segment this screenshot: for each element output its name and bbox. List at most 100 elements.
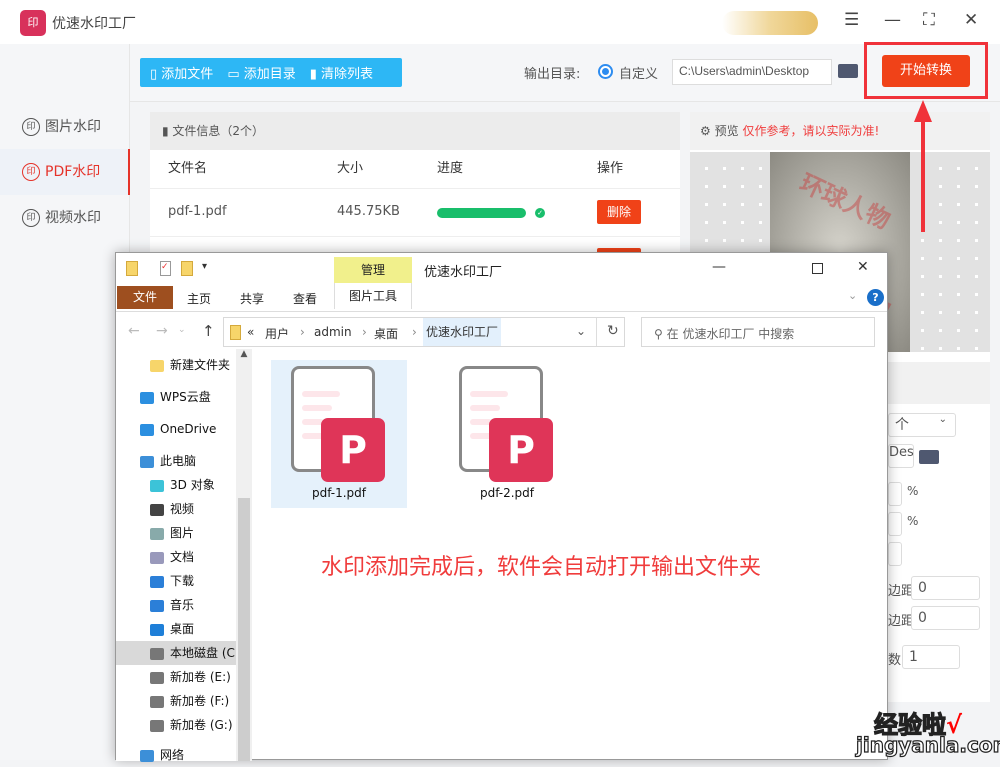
path-input[interactable]: Des — [888, 444, 914, 468]
recent-dropdown-icon[interactable]: ⌄ — [178, 325, 186, 335]
delete-button[interactable]: 删除 — [597, 200, 641, 224]
file-name: pdf-2.pdf — [479, 486, 535, 500]
margin-input[interactable]: 0 — [911, 576, 980, 600]
quick-access-dropdown-icon[interactable]: ▾ — [202, 261, 207, 272]
nav-item[interactable]: 文档 — [116, 545, 236, 569]
stepper[interactable] — [888, 542, 902, 566]
minimize-button[interactable]: — — [712, 259, 726, 275]
scrollbar-thumb[interactable] — [238, 498, 250, 761]
nav-item[interactable]: 新加卷 (E:) — [116, 665, 236, 689]
nav-item[interactable]: 桌面 — [116, 617, 236, 641]
percent-unit: % — [907, 514, 919, 528]
file-item-pdf-1[interactable]: P pdf-1.pdf — [271, 360, 407, 508]
breadcrumb-current[interactable]: 优速水印工厂 — [423, 318, 502, 346]
close-button[interactable]: ✕ — [857, 259, 869, 275]
tab-home[interactable]: 主页 — [187, 290, 211, 307]
drive-icon — [150, 647, 164, 660]
scroll-up-icon[interactable]: ▲ — [236, 349, 252, 359]
properties-icon[interactable]: ✓ — [160, 261, 171, 276]
breadcrumb-overflow[interactable]: « — [247, 325, 254, 339]
nav-item[interactable]: WPS云盘 — [116, 385, 236, 409]
tab-manage[interactable]: 管理 — [334, 257, 412, 283]
nav-item[interactable]: OneDrive — [116, 417, 236, 441]
stepper[interactable] — [888, 482, 902, 506]
file-button-group: ▯ 添加文件 ▭ 添加目录 ▮ 清除列表 — [140, 58, 402, 87]
ribbon-expand-icon[interactable]: ⌄ — [848, 289, 857, 302]
nav-item-label: 视频 — [170, 502, 195, 516]
count-select[interactable]: 个 ⌄ — [888, 413, 956, 437]
output-dir-label: 输出目录: — [524, 67, 581, 82]
file-item-pdf-2[interactable]: P pdf-2.pdf — [439, 360, 575, 508]
arrow-head — [914, 100, 932, 122]
music-icon — [150, 599, 164, 612]
maximize-button[interactable] — [812, 263, 823, 274]
nav-item[interactable]: 新加卷 (F:) — [116, 689, 236, 713]
add-file-button[interactable]: ▯ 添加文件 — [150, 63, 213, 82]
tab-picture-tools[interactable]: 图片工具 — [334, 283, 412, 309]
folder-icon[interactable] — [838, 64, 858, 78]
breadcrumb-item[interactable]: 用户 — [265, 325, 289, 342]
tab-share[interactable]: 共享 — [240, 290, 264, 307]
close-button[interactable]: ✕ — [964, 10, 978, 30]
percent-unit: % — [907, 484, 919, 498]
add-directory-label: 添加目录 — [243, 67, 296, 82]
output-path-input[interactable]: C:\Users\admin\Desktop — [672, 59, 832, 85]
count-input[interactable]: 1 — [902, 645, 960, 669]
drive-icon — [150, 671, 164, 684]
file-info-header: ▮ 文件信息（2个） — [150, 112, 680, 150]
promo-banner[interactable] — [722, 11, 818, 35]
folder-icon[interactable] — [919, 450, 939, 464]
nav-item[interactable]: 新加卷 (G:) — [116, 713, 236, 737]
download-icon — [150, 575, 164, 588]
nav-item[interactable]: 音乐 — [116, 593, 236, 617]
nav-item-label: 此电脑 — [160, 454, 197, 468]
search-input[interactable]: ⚲ 在 优速水印工厂 中搜索 — [641, 317, 875, 347]
help-icon[interactable]: ? — [867, 289, 884, 306]
breadcrumb-item[interactable]: 桌面 — [374, 325, 398, 342]
preview-header: ⚙ 预览 仅作参考，请以实际为准! — [690, 112, 990, 150]
sidebar-item-image-watermark[interactable]: 印图片水印 — [0, 104, 130, 150]
nav-item[interactable]: 图片 — [116, 521, 236, 545]
refresh-icon[interactable]: ↻ — [607, 323, 619, 339]
add-directory-button[interactable]: ▭ 添加目录 — [227, 63, 295, 82]
sidebar-item-video-watermark[interactable]: 印视频水印 — [0, 195, 130, 241]
file-name: pdf-1.pdf — [311, 486, 367, 500]
nav-item-label: 本地磁盘 (C:) — [170, 646, 236, 660]
nav-item[interactable]: 网络 — [116, 743, 236, 767]
custom-radio[interactable] — [598, 64, 613, 79]
sidebar-item-pdf-watermark[interactable]: 印 PDF水印 — [0, 149, 130, 195]
margin-input[interactable]: 0 — [911, 606, 980, 630]
nav-item[interactable]: 此电脑 — [116, 449, 236, 473]
nav-item[interactable]: 新建文件夹 — [116, 353, 236, 377]
tab-file[interactable]: 文件 — [117, 286, 173, 309]
cloud-icon — [140, 391, 154, 404]
folder-icon — [230, 325, 241, 340]
breadcrumb-item[interactable]: admin — [314, 325, 352, 339]
clear-list-button[interactable]: ▮ 清除列表 — [310, 63, 373, 82]
custom-radio-label: 自定义 — [619, 67, 659, 82]
progress-bar — [437, 208, 526, 218]
site-watermark-url: jingyanla.com — [855, 732, 1000, 757]
address-bar[interactable]: « 用户 › admin › 桌面 › 优速水印工厂 ⌄ ↻ — [223, 317, 625, 347]
forward-button[interactable]: → — [156, 323, 168, 339]
nav-item[interactable]: 视频 — [116, 497, 236, 521]
back-button[interactable]: ← — [128, 323, 140, 339]
menu-icon[interactable]: ☰ — [844, 10, 859, 30]
stepper[interactable] — [888, 512, 902, 536]
nav-item[interactable]: 本地磁盘 (C:) — [116, 641, 236, 665]
new-folder-icon[interactable] — [181, 261, 193, 276]
stamp-icon: 印 — [22, 118, 40, 136]
stamp-icon: 印 — [22, 163, 40, 181]
nav-item-label: 3D 对象 — [170, 478, 215, 492]
fullscreen-button[interactable]: ⛶ — [923, 10, 935, 30]
address-dropdown-icon[interactable]: ⌄ — [576, 324, 586, 338]
minimize-button[interactable]: — — [884, 10, 901, 30]
preview-label: 预览 — [714, 124, 739, 138]
nav-item[interactable]: 下载 — [116, 569, 236, 593]
preview-note: 仅作参考，请以实际为准! — [742, 124, 880, 138]
up-button[interactable]: ↑ — [202, 322, 215, 340]
col-action: 操作 — [597, 161, 624, 176]
desktop-icon — [150, 623, 164, 636]
tab-view[interactable]: 查看 — [293, 290, 317, 307]
nav-item[interactable]: 3D 对象 — [116, 473, 236, 497]
